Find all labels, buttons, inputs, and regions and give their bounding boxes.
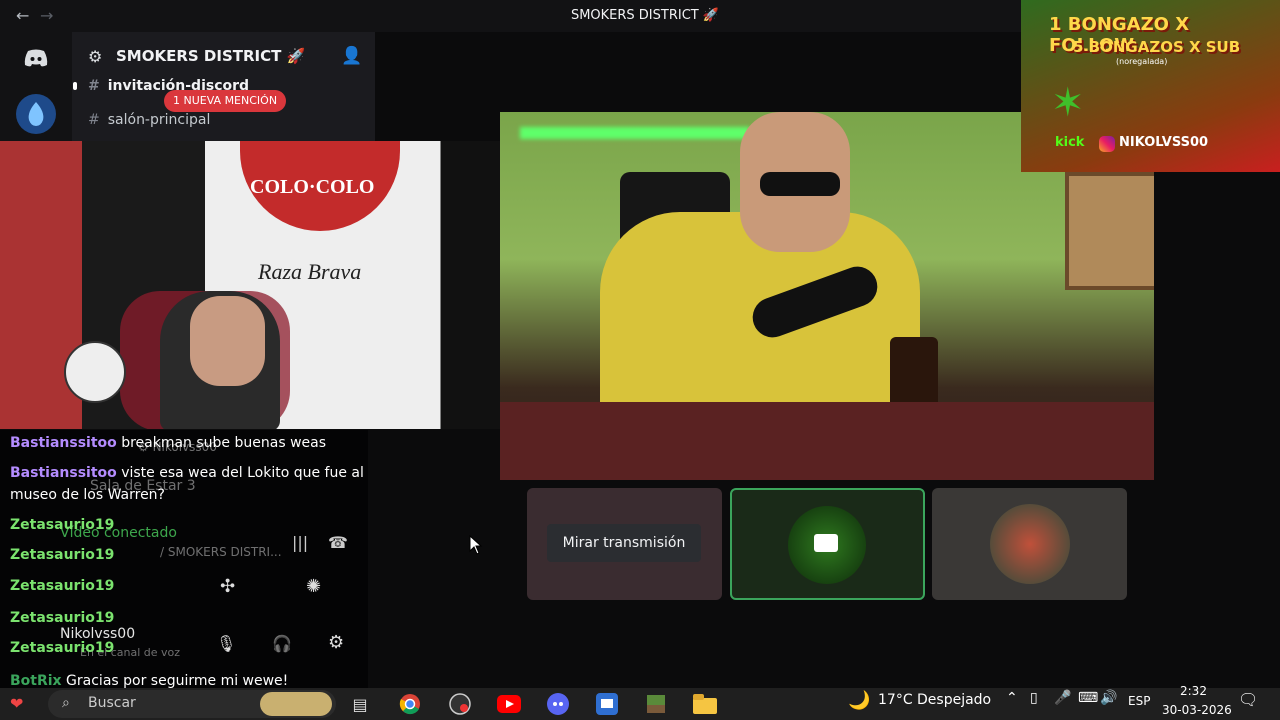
instagram-icon: [1099, 136, 1115, 152]
banner-line2: 5 BONGAZOS X SUB: [1073, 38, 1241, 56]
task-view-icon[interactable]: ▤: [348, 692, 372, 716]
person-face: [190, 296, 265, 386]
chat-message: Zetasaurio19: [10, 637, 365, 659]
streamer-webcam: COLO·COLO Raza Brava: [0, 141, 512, 429]
server-settings-icon[interactable]: ⚙: [88, 47, 102, 66]
youtube-icon[interactable]: [497, 692, 521, 716]
obs-icon[interactable]: [448, 692, 472, 716]
chat-username: Zetasaurio19: [10, 640, 115, 656]
weather-temp[interactable]: 17°C: [878, 692, 913, 708]
search-highlight-image: [260, 692, 332, 716]
weather-desc[interactable]: Despejado: [917, 692, 991, 708]
soccer-ball: [64, 341, 126, 403]
chat-username: Bastianssitoo: [10, 465, 117, 481]
mouse-cursor-icon: [469, 535, 483, 555]
kick-logo-icon: kick: [1055, 135, 1085, 150]
notifications-icon[interactable]: 🗨: [1238, 690, 1258, 709]
corkboard: [1065, 172, 1154, 290]
flag-subtext: Raza Brava: [258, 259, 362, 284]
hash-icon: #: [88, 78, 100, 94]
heart-icon: ❤: [10, 694, 24, 713]
chat-username: Zetasaurio19: [10, 578, 115, 594]
led-strip: [520, 127, 750, 139]
chat-message: Zetasaurio19: [10, 514, 365, 536]
discord-taskbar-icon[interactable]: [546, 692, 570, 716]
volume-icon[interactable]: 🔊: [1100, 690, 1117, 706]
chat-message: Zetasaurio19: [10, 575, 365, 597]
participant-tile-active[interactable]: [730, 488, 925, 600]
chevron-up-icon[interactable]: ⌃: [1006, 690, 1018, 706]
channel-salon-principal[interactable]: # salón-principal: [88, 112, 210, 128]
search-placeholder: Buscar: [88, 695, 136, 711]
server-avatar-icon[interactable]: [16, 94, 56, 134]
minecraft-icon[interactable]: [644, 692, 668, 716]
clock-date[interactable]: 30-03-2026: [1162, 703, 1232, 717]
banner-line3: (noregalada): [1116, 57, 1168, 66]
chat-username: Zetasaurio19: [10, 610, 115, 626]
taskbar-search[interactable]: ⌕ Buscar: [48, 690, 336, 718]
flag-text: COLO·COLO: [250, 176, 375, 198]
search-icon: ⌕: [62, 695, 70, 711]
chat-text: breakman sube buenas weas: [121, 435, 327, 451]
microphone-tray-icon[interactable]: 🎤: [1054, 690, 1071, 706]
language-indicator[interactable]: ESP: [1128, 694, 1150, 708]
video-camera-icon: [814, 534, 838, 552]
chat-username: Zetasaurio19: [10, 517, 115, 533]
weather-moon-icon[interactable]: 🌙: [848, 690, 870, 711]
chat-text: Gracias por seguirme mi wewe!: [66, 673, 289, 689]
leaf-icon: ✶: [1051, 80, 1085, 126]
chat-username: Zetasaurio19: [10, 547, 115, 563]
chevron-down-icon[interactable]: ⌄: [287, 46, 299, 62]
network-icon[interactable]: ⌨: [1078, 690, 1098, 706]
unread-indicator: [73, 82, 77, 90]
file-explorer-icon[interactable]: [693, 692, 717, 716]
chat-message: Zetasaurio19: [10, 607, 365, 629]
chrome-icon[interactable]: [398, 692, 422, 716]
sunglasses: [760, 172, 840, 196]
app-icon[interactable]: [595, 692, 619, 716]
desk: [500, 402, 1154, 480]
device-icon[interactable]: ▯: [1030, 690, 1038, 706]
add-user-icon[interactable]: 👤: [341, 46, 362, 66]
watch-stream-button[interactable]: Mirar transmisión: [547, 524, 701, 562]
server-rail: [0, 32, 72, 142]
chat-username: Bastianssitoo: [10, 435, 117, 451]
hash-icon: #: [88, 112, 100, 128]
chat-message: Zetasaurio19: [10, 544, 365, 566]
clock-time[interactable]: 2:32: [1180, 684, 1207, 698]
chat-message: Bastianssitoo viste esa wea del Lokito q…: [10, 462, 365, 506]
chat-message: Bastianssitoo breakman sube buenas weas: [10, 432, 365, 454]
server-name[interactable]: SMOKERS DISTRICT 🚀: [116, 47, 305, 65]
channel-label: salón-principal: [107, 112, 211, 128]
avatar: [990, 504, 1070, 584]
new-mention-badge[interactable]: 1 NUEVA MENCIÓN: [164, 90, 287, 112]
promo-banner: 1 BONGAZO X FOLLOW 5 BONGAZOS X SUB (nor…: [1021, 0, 1280, 172]
discord-home-icon[interactable]: [16, 38, 56, 78]
chat-username: BotRix: [10, 673, 62, 689]
banner-handle: NIKOLVSS00: [1119, 135, 1209, 150]
participant-tile[interactable]: [932, 488, 1127, 600]
